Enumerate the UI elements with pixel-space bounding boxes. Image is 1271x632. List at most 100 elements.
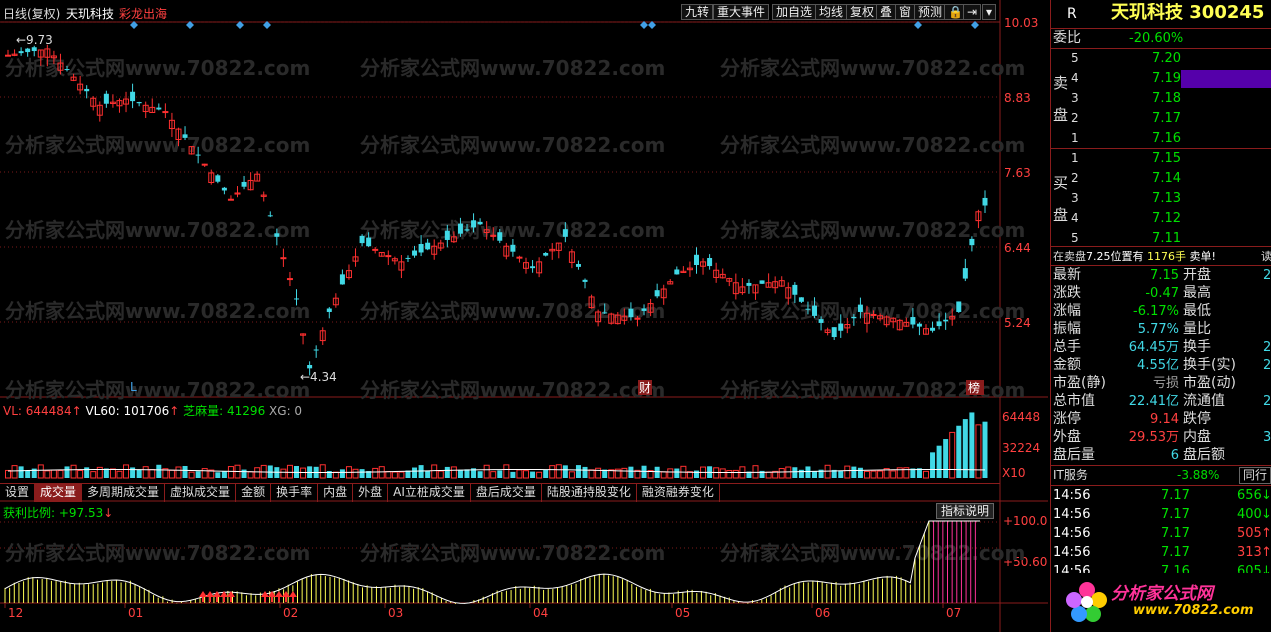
- buy-price[interactable]: 7.15: [1131, 149, 1181, 168]
- tick-time: 14:56: [1053, 526, 1091, 541]
- toolbar-button[interactable]: 加自选: [772, 4, 817, 20]
- volume-bar: [431, 464, 438, 479]
- indicator-tab[interactable]: 融资融券变化: [637, 484, 720, 502]
- volume-bar: [543, 469, 549, 478]
- candle-body: [64, 69, 70, 71]
- toolbar-button[interactable]: 复权: [846, 4, 879, 20]
- indicator-tab[interactable]: 设置: [0, 484, 36, 502]
- x-axis-label: 06: [815, 606, 830, 620]
- period-label[interactable]: 日线(复权): [3, 5, 60, 22]
- logo-text: 分析家公式网: [1111, 584, 1213, 604]
- indicator-tab[interactable]: 换手率: [271, 484, 319, 502]
- indicator-tab[interactable]: 虚拟成交量: [165, 484, 237, 502]
- cai-marker: 财: [639, 381, 651, 395]
- stat-value-right: [1263, 284, 1271, 303]
- indicator-tab[interactable]: 内盘: [318, 484, 354, 502]
- toolbar-button[interactable]: ▾: [982, 4, 997, 20]
- volume-bar: [798, 469, 804, 478]
- tick-volume: 656: [1237, 488, 1262, 503]
- buy-label-2: 盘: [1053, 206, 1069, 224]
- indicator-tab[interactable]: 成交量: [35, 484, 83, 502]
- stat-value-right: [1263, 302, 1271, 321]
- stat-value: -0.47: [1145, 286, 1179, 301]
- toolbar-button[interactable]: 窗: [895, 4, 916, 20]
- stock-name: 天玑科技: [66, 7, 115, 21]
- up-arrow-icon: ↑: [1261, 545, 1271, 560]
- sell-price[interactable]: 7.16: [1131, 129, 1181, 148]
- notice-read-button[interactable]: 读: [1261, 247, 1271, 266]
- volume-bar: [628, 466, 634, 478]
- volume-bar: [168, 469, 175, 479]
- sell-price[interactable]: 7.20: [1131, 49, 1181, 68]
- indicator-help-button[interactable]: 指标说明: [936, 503, 995, 519]
- candle-body: [628, 308, 634, 318]
- indicator-tab[interactable]: AI立桩成交量: [388, 484, 471, 502]
- volume-bar: [530, 471, 536, 478]
- volume-bar: [857, 467, 863, 478]
- volume-bar: [510, 471, 516, 478]
- volume-bar: [96, 466, 103, 479]
- tick-price: 7.17: [1161, 545, 1190, 560]
- tick-time: 14:56: [1053, 488, 1091, 503]
- candle-body: [359, 235, 365, 244]
- volume-bar: [956, 425, 962, 478]
- volume-bar: [549, 465, 556, 479]
- zhima-value: 芝麻量: 41296: [183, 404, 266, 418]
- indicator-tab[interactable]: 盘后成交量: [471, 484, 542, 502]
- sell-price[interactable]: 7.18: [1131, 89, 1181, 108]
- candle-body: [759, 280, 765, 284]
- buy-price[interactable]: 7.14: [1131, 169, 1181, 188]
- toolbar-button[interactable]: 叠: [876, 4, 897, 20]
- sector-name[interactable]: IT服务: [1053, 466, 1133, 485]
- indicator-tab[interactable]: 金额: [236, 484, 272, 502]
- volume-bar: [359, 469, 365, 478]
- stat-value-right: [1263, 320, 1271, 339]
- volume-bar: [398, 471, 405, 479]
- watermark-text: 分析家公式网www.70822.com: [720, 299, 1025, 323]
- refresh-marker[interactable]: R: [1067, 5, 1087, 24]
- buy-price[interactable]: 7.12: [1131, 209, 1181, 228]
- indicator-name[interactable]: 彩龙出海: [119, 5, 167, 22]
- stat-label-right: 流通值: [1183, 393, 1225, 409]
- volume-bar: [792, 467, 798, 478]
- candle-body: [18, 51, 24, 54]
- candle-body: [464, 229, 470, 231]
- site-logo: 分析家公式网 www.70822.com: [1051, 573, 1271, 632]
- candle-body: [857, 304, 863, 312]
- candlestick-chart-canvas[interactable]: 10.038.837.636.445.246444832224X10+100.0…: [0, 0, 1048, 632]
- indicator-tab[interactable]: 多周期成交量: [82, 484, 166, 502]
- stat-value: 9.14: [1150, 412, 1179, 427]
- sell-level: 1: [1071, 131, 1079, 145]
- toolbar-button[interactable]: 预测: [914, 4, 947, 20]
- toolbar-button[interactable]: 重大事件: [713, 4, 770, 20]
- stat-label-right: 市盈(动): [1183, 375, 1236, 391]
- volume-bar: [824, 464, 831, 479]
- sell-price[interactable]: 7.19: [1131, 69, 1181, 88]
- stat-label: 市盈(静): [1053, 375, 1106, 391]
- buy-arrow-marker: [199, 591, 207, 597]
- volume-bar: [25, 470, 31, 478]
- volume-bar: [503, 464, 510, 479]
- indicator-tab[interactable]: 外盘: [353, 484, 389, 502]
- volume-bar: [877, 470, 884, 479]
- volume-bar: [182, 465, 188, 478]
- buy-price[interactable]: 7.13: [1131, 189, 1181, 208]
- buy-arrow-stem: [278, 597, 280, 602]
- candle-body: [307, 365, 313, 369]
- watermark-text: 分析家公式网www.70822.com: [360, 378, 665, 402]
- peer-button[interactable]: 同行: [1239, 467, 1271, 484]
- candle-body: [215, 175, 221, 182]
- sell-price[interactable]: 7.17: [1131, 109, 1181, 128]
- candle-body: [366, 237, 372, 247]
- volume-bar: [457, 469, 463, 478]
- stat-value: 5.77%: [1137, 322, 1179, 337]
- toolbar-button[interactable]: 九转: [681, 4, 714, 20]
- l-marker: L: [130, 380, 137, 394]
- watermark-text: 分析家公式网www.70822.com: [5, 378, 310, 402]
- stat-label-right: 盘后额: [1183, 447, 1225, 463]
- indicator-tab[interactable]: 陆股通持股变化: [542, 484, 637, 502]
- candle-body: [792, 284, 798, 295]
- toolbar-button[interactable]: 均线: [815, 4, 848, 20]
- volume-bar: [215, 472, 221, 478]
- toolbar-button[interactable]: ⇥: [963, 4, 982, 20]
